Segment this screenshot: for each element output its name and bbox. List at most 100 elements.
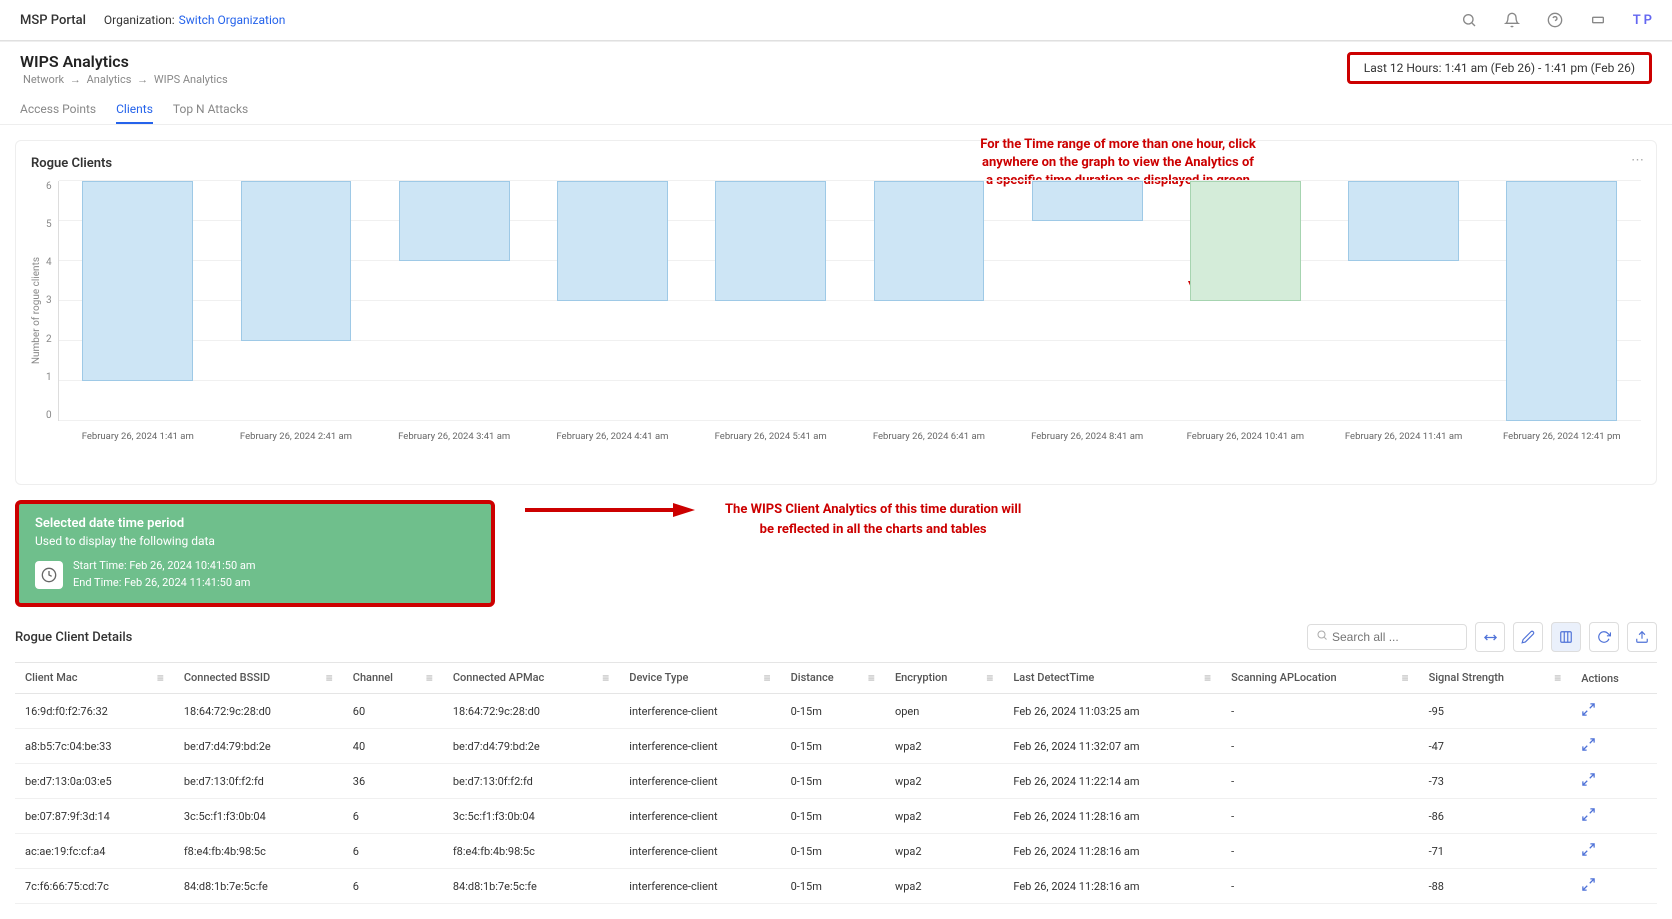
bell-icon[interactable] <box>1498 6 1526 34</box>
table-cell: - <box>1221 834 1418 869</box>
annotation-chart-l2: anywhere on the graph to view the Analyt… <box>918 154 1318 172</box>
expand-row-icon[interactable] <box>1581 842 1596 857</box>
col-menu-icon[interactable]: ≡ <box>1554 671 1561 685</box>
search-box[interactable] <box>1307 624 1467 650</box>
col-distance[interactable]: Distance≡ <box>781 663 885 694</box>
bar-label: February 26, 2024 4:41 am <box>556 427 668 442</box>
col-menu-icon[interactable]: ≡ <box>1402 671 1409 685</box>
table-cell: -95 <box>1419 694 1572 729</box>
bar-label: February 26, 2024 5:41 am <box>715 427 827 442</box>
tab-access-points[interactable]: Access Points <box>20 96 96 124</box>
table-cell: 40 <box>343 729 443 764</box>
chart-bar[interactable]: February 26, 2024 11:41 am <box>1325 181 1483 421</box>
chart-bar[interactable]: February 26, 2024 10:41 am <box>1166 181 1324 421</box>
chart-bar[interactable]: February 26, 2024 5:41 am <box>692 181 850 421</box>
table-cell: interference-client <box>619 729 780 764</box>
resize-columns-icon[interactable] <box>1475 622 1505 652</box>
chart-bar[interactable]: February 26, 2024 1:41 am <box>59 181 217 421</box>
col-menu-icon[interactable]: ≡ <box>602 671 609 685</box>
expand-row-icon[interactable] <box>1581 772 1596 787</box>
table-row[interactable]: ac:ae:19:fc:cf:a4f8:e4:fb:4b:98:5c6f8:e4… <box>15 834 1657 869</box>
col-menu-icon[interactable]: ≡ <box>426 671 433 685</box>
organization-label: Organization: <box>104 13 175 27</box>
chart-bar[interactable]: February 26, 2024 2:41 am <box>217 181 375 421</box>
table-cell: -73 <box>1419 764 1572 799</box>
table-cell: Feb 26, 2024 11:32:07 am <box>1003 729 1221 764</box>
edit-icon[interactable] <box>1513 622 1543 652</box>
expand-row-icon[interactable] <box>1581 737 1596 752</box>
table-row[interactable]: be:07:87:9f:3d:143c:5c:f1:f3:0b:0463c:5c… <box>15 799 1657 834</box>
bar-chart[interactable]: Number of rogue clients 6543210 February… <box>31 181 1641 441</box>
table-cell: -47 <box>1419 729 1572 764</box>
chart-bar[interactable]: February 26, 2024 8:41 am <box>1008 181 1166 421</box>
clock-icon <box>35 561 63 589</box>
col-menu-icon[interactable]: ≡ <box>157 671 164 685</box>
table-cell: 6 <box>343 834 443 869</box>
chart-bar[interactable]: February 26, 2024 3:41 am <box>375 181 533 421</box>
col-connected-apmac[interactable]: Connected APMac≡ <box>443 663 619 694</box>
search-icon[interactable] <box>1455 6 1483 34</box>
columns-icon[interactable] <box>1551 622 1581 652</box>
table-row[interactable]: 7c:f6:66:75:cd:7c84:d8:1b:7e:5c:fe684:d8… <box>15 869 1657 904</box>
table-cell: 84:d8:1b:7e:5c:fe <box>443 869 619 904</box>
table-cell: 84:d8:1b:7e:5c:fe <box>174 869 343 904</box>
col-encryption[interactable]: Encryption≡ <box>885 663 1003 694</box>
table-cell: 0-15m <box>781 799 885 834</box>
refresh-icon[interactable] <box>1589 622 1619 652</box>
table-cell: 0-15m <box>781 694 885 729</box>
expand-row-icon[interactable] <box>1581 877 1596 892</box>
col-device-type[interactable]: Device Type≡ <box>619 663 780 694</box>
table-cell: 0-15m <box>781 764 885 799</box>
breadcrumb-analytics[interactable]: Analytics <box>87 73 132 86</box>
table-row[interactable]: a8:b5:7c:04:be:33be:d7:d4:79:bd:2e40be:d… <box>15 729 1657 764</box>
table-cell: 0-15m <box>781 834 885 869</box>
table-cell: 18:64:72:9c:28:d0 <box>443 694 619 729</box>
col-signal-strength[interactable]: Signal Strength≡ <box>1419 663 1572 694</box>
help-icon[interactable] <box>1541 6 1569 34</box>
col-menu-icon[interactable]: ≡ <box>1204 671 1211 685</box>
chart-bar[interactable]: February 26, 2024 12:41 pm <box>1483 181 1641 421</box>
table-cell: -71 <box>1419 834 1572 869</box>
table-row[interactable]: 16:9d:f0:f2:76:3218:64:72:9c:28:d06018:6… <box>15 694 1657 729</box>
table-cell: a8:b5:7c:04:be:33 <box>15 729 174 764</box>
col-scanning-ap-location[interactable]: Scanning APLocation≡ <box>1221 663 1418 694</box>
col-menu-icon[interactable]: ≡ <box>326 671 333 685</box>
bar-label: February 26, 2024 11:41 am <box>1345 427 1462 442</box>
col-last-detect-time[interactable]: Last DetectTime≡ <box>1003 663 1221 694</box>
msp-portal-label: MSP Portal <box>20 13 86 28</box>
expand-row-icon[interactable] <box>1581 702 1596 717</box>
selected-period-title: Selected date time period <box>35 516 475 531</box>
expand-icon[interactable] <box>1584 6 1612 34</box>
col-menu-icon[interactable]: ≡ <box>986 671 993 685</box>
table-cell: interference-client <box>619 799 780 834</box>
table-cell: be:07:87:9f:3d:14 <box>15 799 174 834</box>
col-connected-bssid[interactable]: Connected BSSID≡ <box>174 663 343 694</box>
table-cell: be:d7:13:0a:03:e5 <box>15 764 174 799</box>
switch-organization-link[interactable]: Switch Organization <box>179 13 286 27</box>
col-channel[interactable]: Channel≡ <box>343 663 443 694</box>
export-icon[interactable] <box>1627 622 1657 652</box>
page-title: WIPS Analytics <box>20 52 231 71</box>
table-cell: -88 <box>1419 869 1572 904</box>
col-menu-icon[interactable]: ≡ <box>764 671 771 685</box>
chart-bar[interactable]: February 26, 2024 6:41 am <box>850 181 1008 421</box>
expand-row-icon[interactable] <box>1581 807 1596 822</box>
search-input[interactable] <box>1332 630 1458 644</box>
col-menu-icon[interactable]: ≡ <box>868 671 875 685</box>
selected-period-box: Selected date time period Used to displa… <box>15 500 495 607</box>
time-range-selector[interactable]: Last 12 Hours: 1:41 am (Feb 26) - 1:41 p… <box>1347 52 1652 84</box>
col-client-mac[interactable]: Client Mac≡ <box>15 663 174 694</box>
table-cell: wpa2 <box>885 869 1003 904</box>
annotation-chart-l1: For the Time range of more than one hour… <box>918 136 1318 154</box>
breadcrumb-network[interactable]: Network <box>23 73 64 86</box>
user-avatar[interactable]: T P <box>1633 13 1652 28</box>
annotation-reflect-l2: be reflected in all the charts and table… <box>725 520 1021 540</box>
chart-plot[interactable]: February 26, 2024 1:41 amFebruary 26, 20… <box>58 181 1641 421</box>
table-row[interactable]: be:d7:13:0a:03:e5be:d7:13:0f:f2:fd36be:d… <box>15 764 1657 799</box>
chart-bar[interactable]: February 26, 2024 4:41 am <box>533 181 691 421</box>
table-cell: - <box>1221 869 1418 904</box>
tab-top-n-attacks[interactable]: Top N Attacks <box>173 96 248 124</box>
tab-clients[interactable]: Clients <box>116 96 153 124</box>
card-menu-icon[interactable]: ⋯ <box>1631 153 1644 168</box>
table-cell: wpa2 <box>885 764 1003 799</box>
